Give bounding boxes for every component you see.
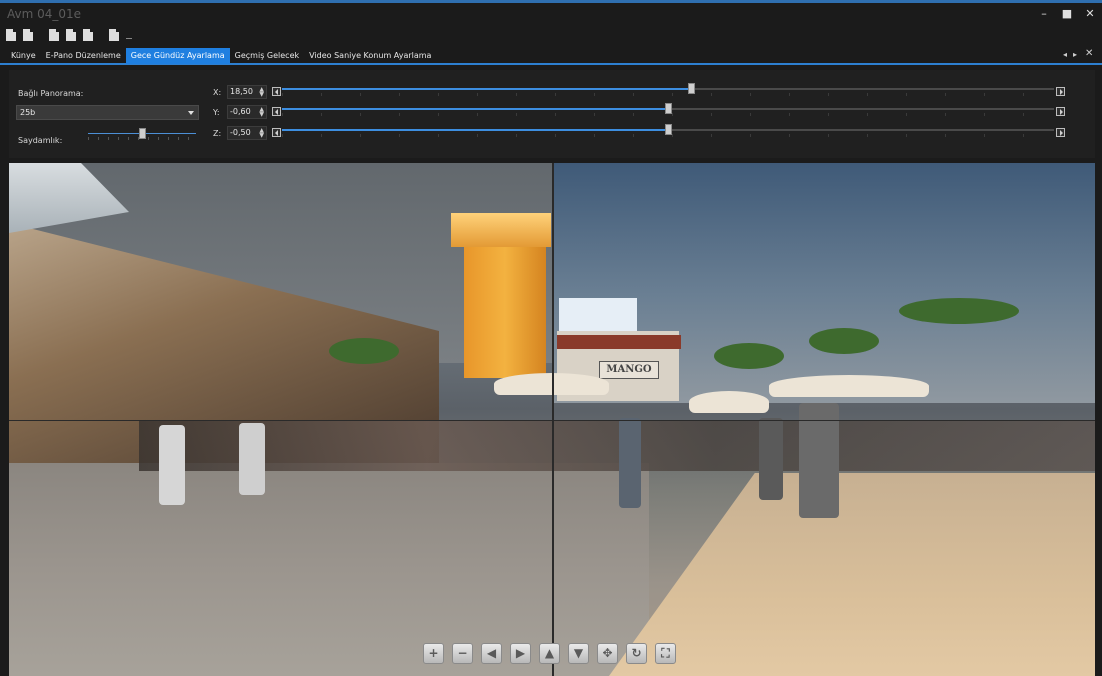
panorama-building-roof <box>557 335 681 349</box>
window-title: Avm 04_01e <box>7 7 82 21</box>
linked-panorama-select[interactable]: 25b <box>16 105 199 120</box>
axis-slider-thumb[interactable] <box>665 103 672 114</box>
panorama-palm <box>809 328 879 354</box>
rotate-icon[interactable]: ↻ <box>626 643 647 664</box>
tab-e-pano-d-zenleme[interactable]: E-Pano Düzenleme <box>41 48 126 64</box>
linked-panorama-label: Bağlı Panorama: <box>18 89 84 98</box>
axis-slider-thumb[interactable] <box>688 83 696 94</box>
document-icon[interactable] <box>83 29 93 41</box>
close-button[interactable]: ✕ <box>1080 5 1100 23</box>
tab-ge-mi-gelecek[interactable]: Geçmiş Gelecek <box>230 48 304 64</box>
spinner-icon[interactable]: ▲ ▼ <box>259 107 264 118</box>
slider-increment-icon[interactable] <box>1056 107 1065 116</box>
arrow-right-icon[interactable]: ▶ <box>510 643 531 664</box>
arrow-down-icon[interactable]: ▼ <box>568 643 589 664</box>
panorama-palm <box>899 298 1019 324</box>
panorama-tower-top <box>451 213 551 247</box>
axis-slider-thumb[interactable] <box>665 124 672 135</box>
axis-value-input[interactable]: -0,50 ▲ ▼ <box>227 126 267 140</box>
panorama-horizontal-guide <box>9 420 1095 421</box>
axis-value-input[interactable]: -0,60 ▲ ▼ <box>227 105 267 119</box>
toolbar-overflow-icon[interactable] <box>126 37 132 42</box>
slider-increment-icon[interactable] <box>1056 87 1065 96</box>
panorama-palm <box>714 343 784 369</box>
axis-value: -0,50 <box>230 128 251 137</box>
panorama-umbrella <box>769 375 929 397</box>
minimize-button[interactable]: – <box>1034 5 1054 23</box>
document-icon[interactable] <box>49 29 59 41</box>
axis-slider-fill <box>282 108 668 110</box>
slider-increment-icon[interactable] <box>1056 128 1065 137</box>
slider-decrement-icon[interactable] <box>272 87 281 96</box>
arrow-up-icon[interactable]: ▲ <box>539 643 560 664</box>
title-bar: Avm 04_01e – ■ ✕ <box>0 3 1102 25</box>
panorama-person <box>619 418 641 508</box>
panorama-palm <box>329 338 399 364</box>
axis-label: Y: <box>213 108 220 117</box>
fullscreen-icon[interactable]: ⛶ <box>655 643 676 664</box>
document-icon[interactable] <box>23 29 33 41</box>
document-icon[interactable] <box>109 29 119 41</box>
tab-scroll-right-icon[interactable]: ▸ <box>1073 50 1077 59</box>
slider-decrement-icon[interactable] <box>272 128 281 137</box>
slider-decrement-icon[interactable] <box>272 107 281 116</box>
panorama-billboard <box>559 298 637 334</box>
panorama-viewer[interactable]: MANGO + − ◀ ▶ ▲ ▼ ✥ ↻ ⛶ <box>9 163 1095 676</box>
zoom-in-icon[interactable]: + <box>423 643 444 664</box>
panorama-person <box>159 425 185 505</box>
tab-gece-g-nd-z-ayarlama[interactable]: Gece Gündüz Ayarlama <box>125 48 230 64</box>
document-icon[interactable] <box>6 29 16 41</box>
panorama-store-sign: MANGO <box>599 361 659 379</box>
axis-value-input[interactable]: 18,50 ▲ ▼ <box>227 85 267 99</box>
maximize-button[interactable]: ■ <box>1057 5 1077 23</box>
spinner-icon[interactable]: ▲ ▼ <box>259 128 264 139</box>
panorama-person <box>759 418 783 500</box>
arrow-left-icon[interactable]: ◀ <box>481 643 502 664</box>
tab-video-saniye-konum-ayarlama[interactable]: Video Saniye Konum Ayarlama <box>304 48 436 64</box>
tab-close-icon[interactable]: ✕ <box>1085 48 1093 59</box>
spinner-icon[interactable]: ▲ ▼ <box>259 87 264 98</box>
toolbar <box>6 27 132 43</box>
tab-k-nye[interactable]: Künye <box>6 48 41 64</box>
axis-value: -0,60 <box>230 107 251 116</box>
tab-bar: Künye E-Pano Düzenleme Gece Gündüz Ayarlam… <box>0 48 1102 65</box>
viewer-nav-bar: + − ◀ ▶ ▲ ▼ ✥ ↻ ⛶ <box>423 643 684 664</box>
panorama-crowd <box>139 421 1095 471</box>
panorama-person <box>239 423 265 495</box>
opacity-label: Saydamlık: <box>18 136 63 145</box>
axis-slider-fill <box>282 88 692 90</box>
linked-panorama-value: 25b <box>20 108 36 117</box>
tab-scroll-left-icon[interactable]: ◂ <box>1063 50 1067 59</box>
opacity-slider-thumb[interactable] <box>139 128 146 139</box>
axis-label: Z: <box>213 129 222 138</box>
axis-slider-track[interactable] <box>282 88 1054 90</box>
zoom-out-icon[interactable]: − <box>452 643 473 664</box>
axis-label: X: <box>213 88 222 97</box>
axis-slider-fill <box>282 129 668 131</box>
axis-slider-ticks <box>282 93 1054 96</box>
axis-value: 18,50 <box>230 87 253 96</box>
document-icon[interactable] <box>66 29 76 41</box>
move-icon[interactable]: ✥ <box>597 643 618 664</box>
tab-list: Künye E-Pano Düzenleme Gece Gündüz Ayarlam… <box>6 48 436 64</box>
panorama-umbrella <box>689 391 769 413</box>
chevron-down-icon <box>188 111 194 115</box>
